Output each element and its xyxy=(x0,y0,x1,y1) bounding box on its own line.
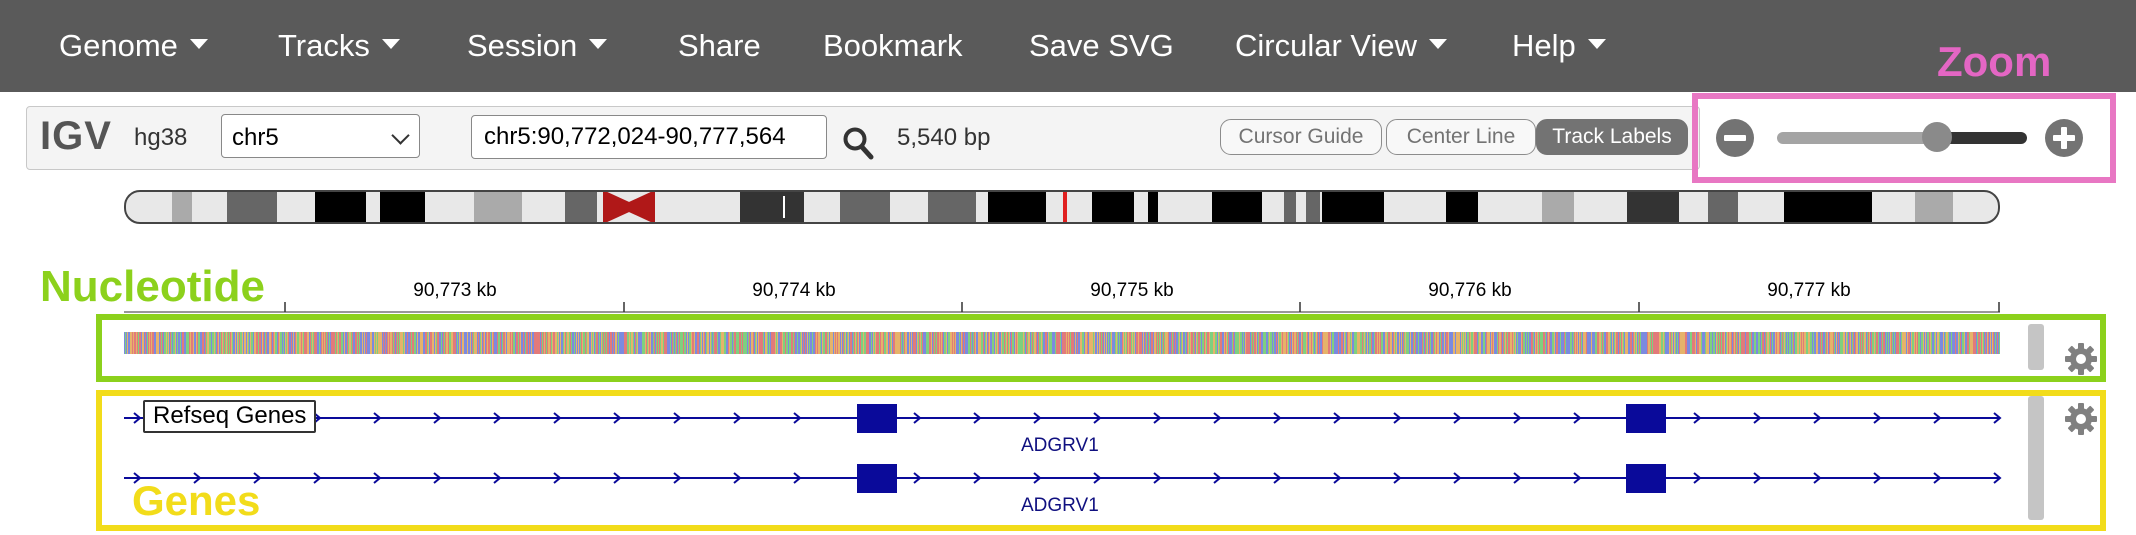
ruler-tick-label: 90,775 kb xyxy=(1090,280,1174,301)
menu-session-label: Session xyxy=(467,28,578,63)
menu-session[interactable]: Session xyxy=(467,24,608,68)
ruler-axis xyxy=(124,302,2000,313)
menu-help-label: Help xyxy=(1512,28,1576,63)
menu-share[interactable]: Share xyxy=(678,24,761,68)
genes-annotation-label: Genes xyxy=(132,477,261,524)
window-width-label: 5,540 bp xyxy=(897,124,991,151)
menu-genome-label: Genome xyxy=(59,28,178,63)
menu-help[interactable]: Help xyxy=(1512,24,1606,68)
zoom-annotation-box xyxy=(1692,93,2116,183)
menu-circular-view[interactable]: Circular View xyxy=(1235,24,1448,68)
ruler-tick-label: 90,777 kb xyxy=(1767,280,1851,301)
menu-bookmark[interactable]: Bookmark xyxy=(823,24,963,68)
igv-logo: IGV xyxy=(40,114,112,158)
nucleotide-annotation-box xyxy=(96,314,2106,382)
ruler-tick-label: 90,774 kb xyxy=(752,280,836,301)
genome-label: hg38 xyxy=(134,124,188,151)
chevron-down-icon xyxy=(391,126,410,145)
menu-bar: Genome Tracks Session Share Bookmark Sav… xyxy=(0,0,2136,92)
ruler-tick-label: 90,773 kb xyxy=(413,280,497,301)
menu-share-label: Share xyxy=(678,28,761,63)
menu-save-svg[interactable]: Save SVG xyxy=(1029,24,1174,68)
menu-save-svg-label: Save SVG xyxy=(1029,28,1174,63)
menu-tracks[interactable]: Tracks xyxy=(278,24,400,68)
menu-genome[interactable]: Genome xyxy=(59,24,208,68)
chromosome-ideogram[interactable] xyxy=(124,190,2000,224)
center-line-button[interactable]: Center Line xyxy=(1386,119,1536,155)
cursor-guide-button[interactable]: Cursor Guide xyxy=(1220,119,1382,155)
caret-down-icon xyxy=(381,38,400,49)
locus-search-input[interactable] xyxy=(471,115,827,159)
search-icon[interactable] xyxy=(842,126,874,160)
track-labels-button[interactable]: Track Labels xyxy=(1536,119,1688,155)
ruler-tick-label: 90,776 kb xyxy=(1428,280,1512,301)
caret-down-icon xyxy=(589,38,608,49)
caret-down-icon xyxy=(1587,38,1606,49)
chromosome-select[interactable]: chr5 xyxy=(221,114,420,158)
caret-down-icon xyxy=(189,38,208,49)
genes-annotation-box xyxy=(96,390,2106,531)
menu-circular-view-label: Circular View xyxy=(1235,28,1418,63)
menu-bookmark-label: Bookmark xyxy=(823,28,963,63)
caret-down-icon xyxy=(1429,38,1448,49)
chromosome-value: chr5 xyxy=(232,124,279,151)
menu-tracks-label: Tracks xyxy=(278,28,370,63)
zoom-annotation-label: Zoom xyxy=(1937,38,2052,85)
